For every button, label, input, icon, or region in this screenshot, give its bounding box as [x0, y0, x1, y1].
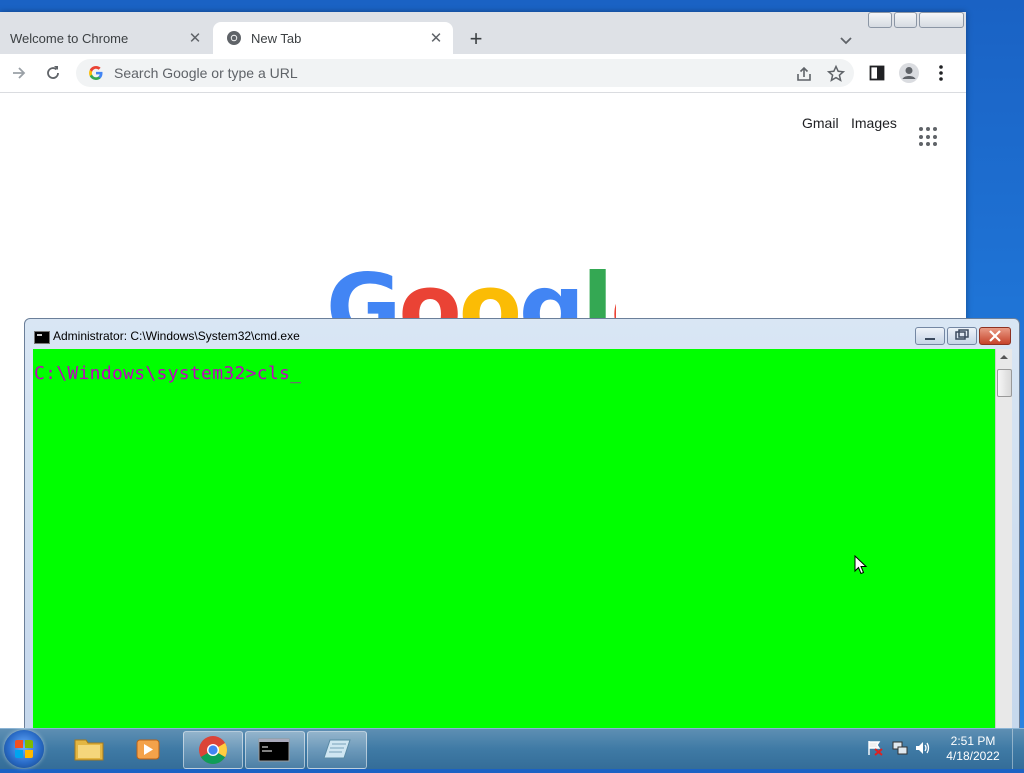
share-icon[interactable]: [794, 64, 814, 84]
tab-strip: Welcome to Chrome ✕ New Tab ✕ +: [0, 12, 966, 54]
cmd-window: Administrator: C:\Windows\System32\cmd.e…: [24, 318, 1020, 740]
chevron-down-icon[interactable]: [836, 30, 856, 50]
images-link[interactable]: Images: [851, 115, 897, 131]
browser-toolbar: [0, 54, 966, 93]
notepad-icon[interactable]: [307, 731, 367, 769]
omnibox[interactable]: [76, 59, 854, 87]
show-desktop-button[interactable]: [1012, 729, 1024, 769]
taskbar: 2:51 PM 4/18/2022: [0, 728, 1024, 769]
forward-icon[interactable]: [8, 62, 30, 84]
clock-date: 4/18/2022: [946, 749, 1000, 763]
minimize-button[interactable]: [915, 327, 945, 345]
cmd-icon: [34, 331, 50, 344]
tab-new-tab[interactable]: New Tab ✕: [213, 22, 453, 54]
tab-close-icon[interactable]: ✕: [184, 27, 206, 49]
side-panel-icon[interactable]: [866, 62, 888, 84]
window-controls: [915, 327, 1011, 345]
clock-time: 2:51 PM: [950, 734, 996, 748]
explorer-icon[interactable]: [60, 731, 118, 767]
chrome-icon[interactable]: [183, 731, 243, 769]
gmail-link[interactable]: Gmail: [802, 115, 839, 131]
window-controls: [868, 12, 964, 30]
reload-icon[interactable]: [42, 62, 64, 84]
tab-close-icon[interactable]: ✕: [425, 27, 447, 49]
tab-label: Welcome to Chrome: [10, 30, 129, 46]
start-button[interactable]: [4, 730, 44, 768]
volume-icon[interactable]: [914, 739, 932, 757]
media-player-icon[interactable]: [120, 731, 178, 767]
close-button[interactable]: [979, 327, 1011, 345]
apps-icon[interactable]: [919, 127, 939, 147]
menu-icon[interactable]: [930, 62, 952, 84]
google-g-icon: [89, 66, 103, 80]
cmd-icon[interactable]: [245, 731, 305, 769]
maximize-button[interactable]: [893, 12, 917, 28]
bookmark-star-icon[interactable]: [826, 64, 846, 84]
system-clock[interactable]: 2:51 PM 4/18/2022: [938, 734, 1008, 764]
tab-welcome[interactable]: Welcome to Chrome ✕: [0, 22, 212, 54]
profile-icon[interactable]: [898, 62, 920, 84]
network-icon[interactable]: [891, 739, 909, 757]
window-title: Administrator: C:\Windows\System32\cmd.e…: [53, 329, 300, 343]
scroll-thumb[interactable]: [997, 369, 1012, 397]
vertical-scrollbar[interactable]: [995, 349, 1012, 733]
mouse-cursor-icon: [854, 555, 868, 575]
chrome-favicon-icon: [227, 31, 241, 45]
action-center-flag-icon[interactable]: [866, 739, 884, 757]
tab-label: New Tab: [251, 30, 302, 46]
maximize-button[interactable]: [947, 327, 977, 345]
close-button[interactable]: [919, 12, 964, 28]
omnibox-input[interactable]: [112, 64, 854, 82]
command-prompt: C:\Windows\system32>cls_: [34, 363, 302, 384]
minimize-button[interactable]: [868, 12, 892, 28]
new-tab-button[interactable]: +: [464, 28, 488, 52]
console-area[interactable]: C:\Windows\system32>cls_: [33, 349, 995, 733]
scroll-up-icon[interactable]: [996, 349, 1012, 365]
